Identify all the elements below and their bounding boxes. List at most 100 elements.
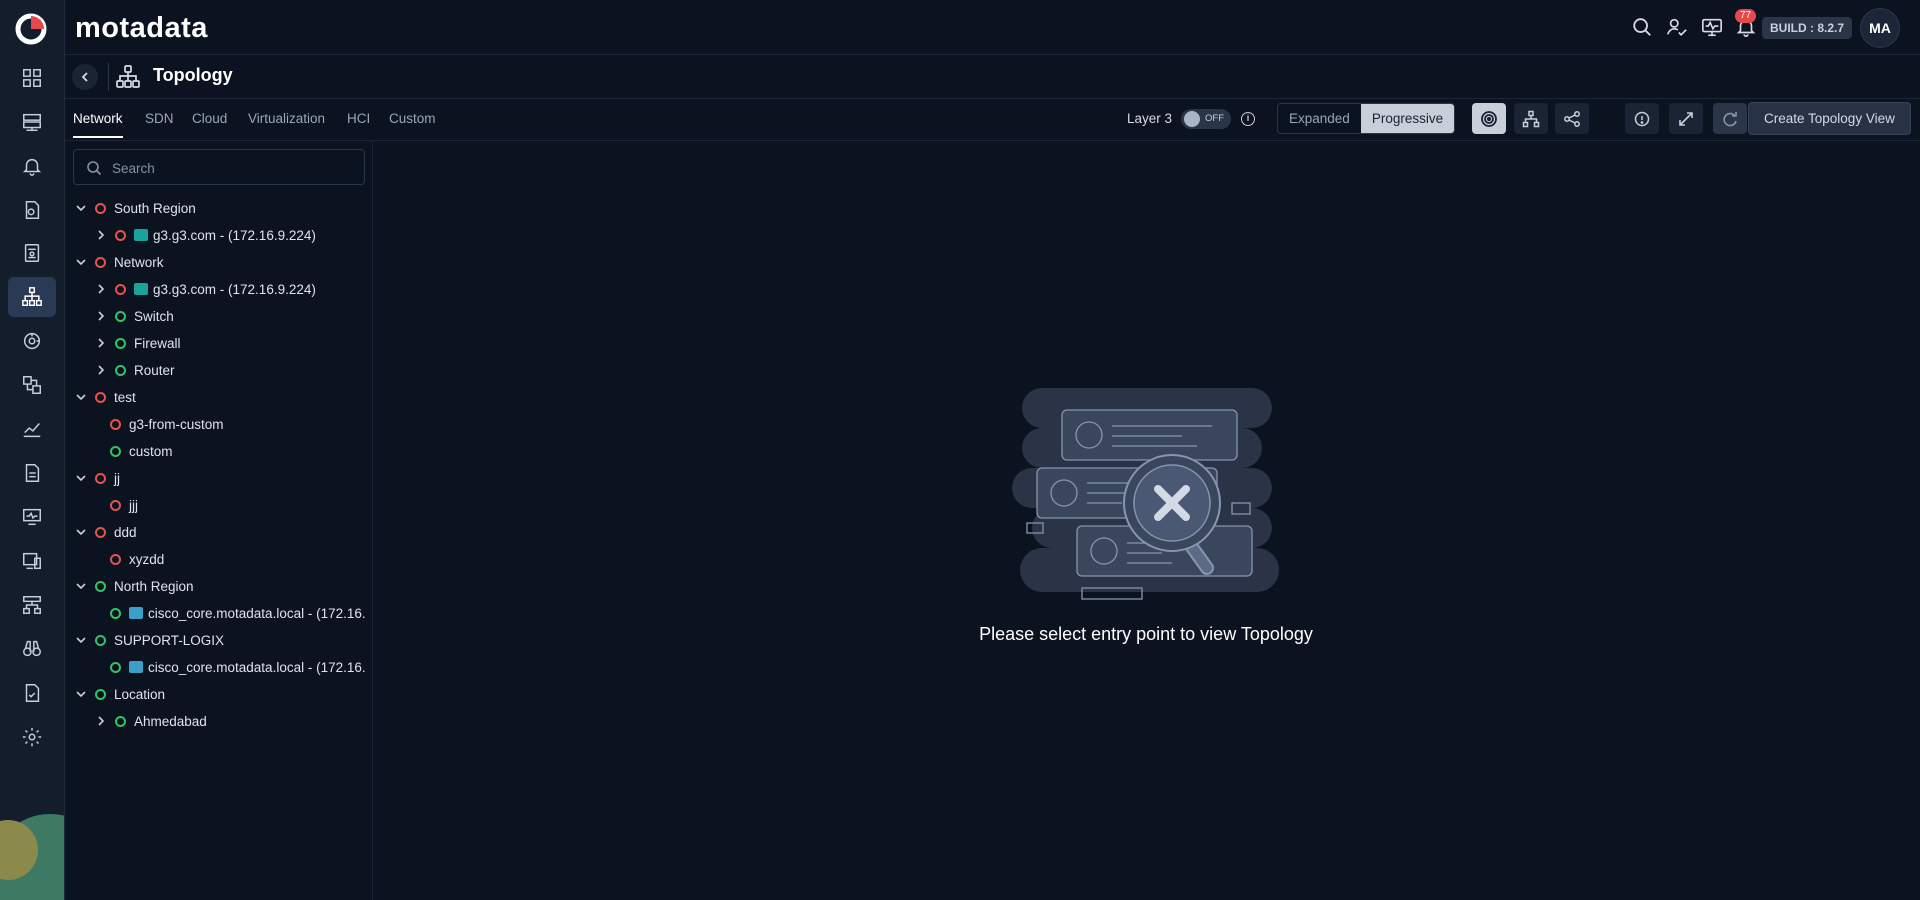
view-mode-switch: Expanded Progressive	[1277, 103, 1456, 134]
status-indicator	[95, 472, 106, 484]
tab-cloud[interactable]: Cloud	[192, 111, 227, 136]
tab-custom[interactable]: Custom	[389, 111, 436, 136]
chevron-down-icon[interactable]	[75, 634, 87, 646]
tree-group[interactable]: South Region	[75, 197, 196, 219]
chevron-right-icon[interactable]	[95, 364, 107, 376]
status-indicator	[95, 580, 106, 592]
status-indicator	[95, 256, 106, 268]
tree-item[interactable]: jjj	[110, 494, 138, 516]
status-indicator	[95, 526, 106, 538]
tree-item[interactable]: cisco_core.motadata.local - (172.16.	[110, 602, 366, 624]
tree-group[interactable]: test	[75, 386, 136, 408]
tab-virtualization[interactable]: Virtualization	[248, 111, 325, 136]
chevron-right-icon[interactable]	[95, 310, 107, 322]
tree-group[interactable]: SUPPORT-LOGIX	[75, 629, 224, 651]
tree-item[interactable]: Ahmedabad	[95, 710, 207, 732]
tree-item[interactable]: Switch	[95, 305, 174, 327]
tree-item-label: South Region	[114, 200, 196, 216]
rail-item-network[interactable]	[8, 585, 56, 625]
refresh-icon	[1723, 111, 1737, 126]
chevron-right-icon[interactable]	[95, 715, 107, 727]
help-button[interactable]	[1625, 103, 1659, 134]
tree-item[interactable]: Firewall	[95, 332, 181, 354]
chevron-right-icon[interactable]	[95, 337, 107, 349]
chevron-down-icon[interactable]	[75, 256, 87, 268]
hierarchy-layout-button[interactable]	[1514, 103, 1548, 134]
rail-item-metrics[interactable]	[8, 409, 56, 449]
fullscreen-button[interactable]	[1669, 103, 1703, 134]
motadata-logo-icon[interactable]	[14, 12, 48, 46]
tree-group[interactable]: Location	[75, 683, 165, 705]
rail-item-audit[interactable]	[8, 673, 56, 713]
tree-group[interactable]: jj	[75, 467, 120, 489]
tree-item[interactable]: cisco_core.motadata.local - (172.16.	[110, 656, 366, 678]
rail-item-alert-bell[interactable]	[8, 146, 56, 186]
force-layout-button[interactable]	[1555, 103, 1589, 134]
divider	[108, 63, 109, 91]
tree-item[interactable]: xyzdd	[110, 548, 164, 570]
tree-item-label: custom	[129, 443, 173, 459]
rail-item-flow[interactable]	[8, 365, 56, 405]
tree-item-label: Location	[114, 686, 166, 702]
status-indicator	[110, 418, 121, 430]
tree-item[interactable]: g3-from-custom	[110, 413, 224, 435]
tree-item[interactable]: custom	[110, 440, 173, 462]
rail-item-policy[interactable]	[8, 190, 56, 230]
layer-toggle[interactable]: OFF	[1181, 109, 1231, 129]
tree-item[interactable]: Router	[95, 359, 175, 381]
tab-network[interactable]: Network	[73, 111, 123, 138]
expanded-mode-button[interactable]: Expanded	[1278, 104, 1361, 133]
monitor-pulse-icon[interactable]	[1700, 15, 1724, 39]
navigation-rail	[0, 0, 65, 900]
refresh-button[interactable]	[1713, 103, 1747, 134]
chevron-down-icon[interactable]	[75, 472, 87, 484]
radial-layout-button[interactable]	[1472, 103, 1506, 134]
tree-group[interactable]: Network	[75, 251, 164, 273]
share-nodes-icon	[1564, 110, 1580, 127]
rail-item-settings[interactable]	[8, 717, 56, 757]
settings-icon	[22, 727, 42, 747]
status-indicator	[115, 337, 126, 349]
rail-item-monitor[interactable]	[8, 102, 56, 142]
back-button[interactable]	[72, 64, 98, 90]
rail-item-screen[interactable]	[8, 497, 56, 537]
tab-sdn[interactable]: SDN	[145, 111, 174, 136]
tab-hci[interactable]: HCI	[347, 111, 370, 136]
search-icon[interactable]	[1630, 15, 1654, 39]
device-type-icon	[134, 283, 148, 295]
tree-item-label: g3.g3.com - (172.16.9.224)	[153, 227, 316, 243]
rail-item-report[interactable]	[8, 453, 56, 493]
device-type-icon	[129, 607, 143, 619]
rail-item-dashboard[interactable]	[8, 58, 56, 98]
search-input[interactable]	[112, 158, 352, 178]
user-avatar[interactable]: MA	[1860, 8, 1900, 48]
status-indicator	[95, 688, 106, 700]
tree-item[interactable]: g3.g3.com - (172.16.9.224)	[95, 278, 316, 300]
info-icon[interactable]: i	[1241, 112, 1255, 126]
rail-item-device[interactable]	[8, 541, 56, 581]
brand-name[interactable]: motadata	[75, 12, 208, 45]
create-topology-view-button[interactable]: Create Topology View	[1748, 102, 1911, 135]
notification-count-badge: 77	[1735, 9, 1757, 23]
chevron-right-icon[interactable]	[95, 283, 107, 295]
tree-item[interactable]: g3.g3.com - (172.16.9.224)	[95, 224, 316, 246]
progressive-mode-button[interactable]: Progressive	[1360, 104, 1455, 133]
chevron-down-icon[interactable]	[75, 202, 87, 214]
rail-item-topology[interactable]	[8, 277, 56, 317]
status-indicator	[115, 715, 126, 727]
monitor-icon	[23, 113, 41, 131]
rail-item-binocular[interactable]	[8, 629, 56, 669]
chevron-down-icon[interactable]	[75, 688, 87, 700]
chevron-down-icon[interactable]	[75, 580, 87, 592]
tree-group[interactable]: North Region	[75, 575, 194, 597]
tree-item-label: g3.g3.com - (172.16.9.224)	[153, 281, 316, 297]
rail-item-inventory[interactable]	[8, 233, 56, 273]
rail-item-discovery[interactable]	[8, 321, 56, 361]
chevron-down-icon[interactable]	[75, 391, 87, 403]
layer-label: Layer 3	[1127, 111, 1173, 126]
tree-group[interactable]: ddd	[75, 521, 137, 543]
help-circle-icon	[1634, 111, 1650, 126]
chevron-down-icon[interactable]	[75, 526, 87, 538]
chevron-right-icon[interactable]	[95, 229, 107, 241]
user-check-icon[interactable]	[1665, 15, 1689, 39]
